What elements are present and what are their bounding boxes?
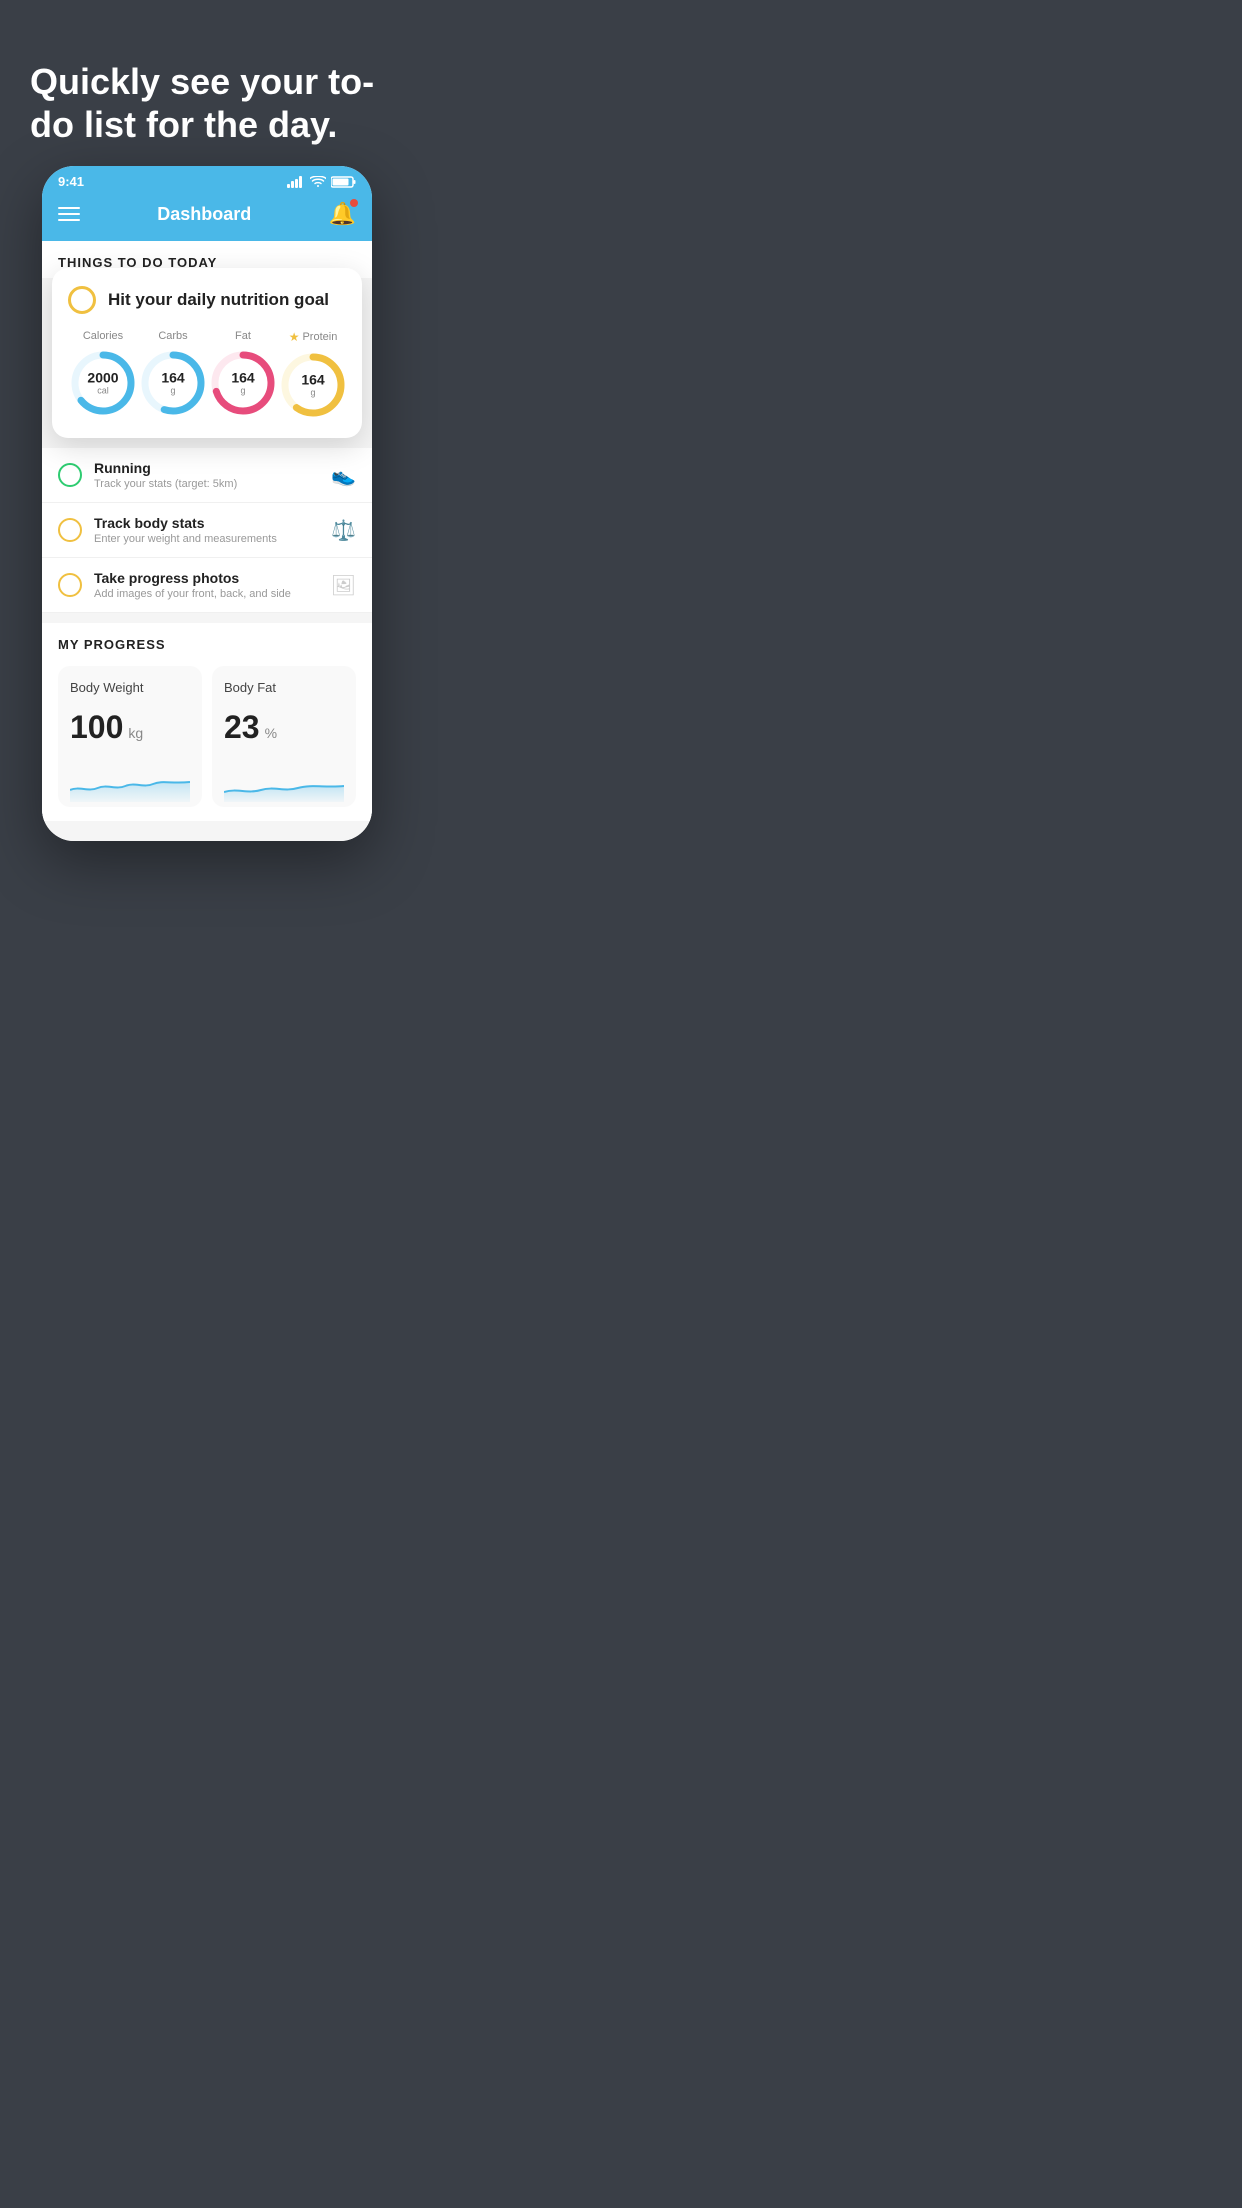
carbs-value: 164 bbox=[161, 371, 184, 386]
notification-bell[interactable]: 🔔 bbox=[329, 201, 356, 227]
status-time: 9:41 bbox=[58, 174, 84, 189]
scale-icon: ⚖️ bbox=[331, 518, 356, 543]
notification-dot bbox=[350, 199, 358, 207]
todo-list: Running Track your stats (target: 5km) 👟… bbox=[42, 448, 372, 613]
status-icons bbox=[287, 176, 356, 188]
calories-label: Calories bbox=[83, 330, 123, 342]
nutrition-check-circle[interactable] bbox=[68, 286, 96, 314]
carbs-unit: g bbox=[161, 386, 184, 396]
body-weight-unit: kg bbox=[128, 725, 143, 741]
protein-label: Protein bbox=[302, 331, 337, 343]
calories-donut: 2000 cal bbox=[68, 348, 138, 418]
photos-title: Take progress photos bbox=[94, 570, 319, 586]
todo-body-stats[interactable]: Track body stats Enter your weight and m… bbox=[42, 503, 372, 558]
hero-title: Quickly see your to-do list for the day. bbox=[30, 60, 384, 146]
calories-value: 2000 bbox=[87, 371, 118, 386]
protein-label-row: ★ Protein bbox=[289, 330, 338, 344]
body-weight-value-row: 100 kg bbox=[70, 709, 190, 746]
body-weight-value: 100 bbox=[70, 709, 123, 746]
progress-section-title: MY PROGRESS bbox=[58, 637, 356, 652]
body-fat-value-row: 23 % bbox=[224, 709, 344, 746]
running-check-circle[interactable] bbox=[58, 463, 82, 487]
photos-text: Take progress photos Add images of your … bbox=[94, 570, 319, 600]
photos-subtitle: Add images of your front, back, and side bbox=[94, 588, 319, 600]
body-stats-text: Track body stats Enter your weight and m… bbox=[94, 515, 319, 545]
todo-running[interactable]: Running Track your stats (target: 5km) 👟 bbox=[42, 448, 372, 503]
body-weight-chart bbox=[70, 762, 190, 802]
protein-star-icon: ★ bbox=[289, 330, 300, 344]
progress-section: MY PROGRESS Body Weight 100 kg bbox=[42, 623, 372, 821]
hero-section: Quickly see your to-do list for the day. bbox=[0, 0, 414, 166]
carbs-donut: 164 g bbox=[138, 348, 208, 418]
protein-value: 164 bbox=[301, 373, 324, 388]
body-stats-title: Track body stats bbox=[94, 515, 319, 531]
protein-donut: 164 g bbox=[278, 350, 348, 420]
nutrition-carbs: Carbs 164 g bbox=[138, 330, 208, 418]
nutrition-card[interactable]: Hit your daily nutrition goal Calories 2… bbox=[52, 268, 362, 438]
nutrition-card-title: Hit your daily nutrition goal bbox=[108, 290, 329, 310]
wifi-icon bbox=[310, 176, 326, 188]
fat-label: Fat bbox=[235, 330, 251, 342]
nutrition-grid: Calories 2000 cal Carbs bbox=[68, 330, 346, 420]
body-stats-subtitle: Enter your weight and measurements bbox=[94, 533, 319, 545]
card-title-row: Hit your daily nutrition goal bbox=[68, 286, 346, 314]
photos-check-circle[interactable] bbox=[58, 573, 82, 597]
fat-value: 164 bbox=[231, 371, 254, 386]
phone-mockup: 9:41 bbox=[42, 166, 372, 841]
body-weight-title: Body Weight bbox=[70, 680, 190, 695]
body-fat-title: Body Fat bbox=[224, 680, 344, 695]
body-fat-card[interactable]: Body Fat 23 % bbox=[212, 666, 356, 807]
body-fat-value: 23 bbox=[224, 709, 260, 746]
todo-progress-photos[interactable]: Take progress photos Add images of your … bbox=[42, 558, 372, 613]
body-weight-card[interactable]: Body Weight 100 kg bbox=[58, 666, 202, 807]
fat-donut: 164 g bbox=[208, 348, 278, 418]
fat-unit: g bbox=[231, 386, 254, 396]
app-content: THINGS TO DO TODAY Hit your daily nutrit… bbox=[42, 241, 372, 841]
status-bar: 9:41 bbox=[42, 166, 372, 193]
body-fat-unit: % bbox=[265, 725, 277, 741]
running-text: Running Track your stats (target: 5km) bbox=[94, 460, 319, 490]
body-fat-chart bbox=[224, 762, 344, 802]
hamburger-menu[interactable] bbox=[58, 207, 80, 221]
signal-icon bbox=[287, 176, 305, 188]
battery-icon bbox=[331, 176, 356, 188]
running-subtitle: Track your stats (target: 5km) bbox=[94, 478, 319, 490]
nav-title: Dashboard bbox=[157, 204, 251, 225]
calories-unit: cal bbox=[87, 386, 118, 396]
body-stats-check-circle[interactable] bbox=[58, 518, 82, 542]
nutrition-protein: ★ Protein 164 g bbox=[278, 330, 348, 420]
running-title: Running bbox=[94, 460, 319, 476]
running-shoe-icon: 👟 bbox=[331, 463, 356, 488]
nutrition-calories: Calories 2000 cal bbox=[68, 330, 138, 418]
protein-unit: g bbox=[301, 388, 324, 398]
nutrition-fat: Fat 164 g bbox=[208, 330, 278, 418]
top-nav: Dashboard 🔔 bbox=[42, 193, 372, 241]
progress-cards: Body Weight 100 kg bbox=[58, 666, 356, 807]
photo-icon: 🖼 bbox=[331, 573, 356, 598]
carbs-label: Carbs bbox=[158, 330, 187, 342]
